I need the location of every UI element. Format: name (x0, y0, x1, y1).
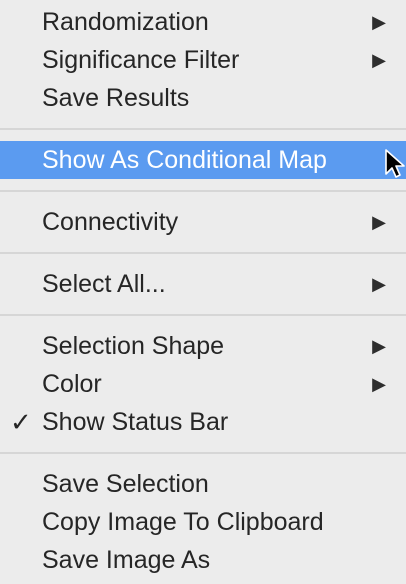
menu-item-color[interactable]: Color ▶ (0, 365, 406, 403)
menu-item-label: Selection Shape (42, 332, 225, 360)
menu-item-show-as-conditional-map[interactable]: Show As Conditional Map (0, 141, 406, 179)
menu-item-label: Save Selection (42, 470, 209, 498)
menu-item-selection-shape[interactable]: Selection Shape ▶ (0, 327, 406, 365)
submenu-arrow-icon: ▶ (372, 50, 386, 70)
menu-separator (0, 241, 406, 265)
menu-separator (0, 179, 406, 203)
mouse-pointer-icon (385, 149, 405, 178)
menu-item-label: Randomization (42, 8, 209, 36)
menu-item-label: Color (42, 370, 102, 398)
menu-item-show-status-bar[interactable]: ✓ Show Status Bar (0, 403, 406, 441)
menu-item-save-selection[interactable]: Save Selection (0, 465, 406, 503)
checkmark-icon: ✓ (10, 407, 32, 437)
menu-item-copy-image-to-clipboard[interactable]: Copy Image To Clipboard (0, 503, 406, 541)
menu-item-label: Save Image As (42, 546, 211, 574)
menu-separator (0, 303, 406, 327)
menu-item-randomization[interactable]: Randomization ▶ (0, 3, 406, 41)
menu-item-label: Save Results (42, 84, 190, 112)
menu-item-label: Significance Filter (42, 46, 240, 74)
menu-separator (0, 441, 406, 465)
menu-item-label: Copy Image To Clipboard (42, 508, 324, 536)
menu-item-connectivity[interactable]: Connectivity ▶ (0, 203, 406, 241)
submenu-arrow-icon: ▶ (372, 274, 386, 294)
menu-item-save-results[interactable]: Save Results (0, 79, 406, 117)
menu-separator (0, 117, 406, 141)
submenu-arrow-icon: ▶ (372, 336, 386, 356)
menu-item-label: Show Status Bar (42, 408, 229, 436)
submenu-arrow-icon: ▶ (372, 374, 386, 394)
menu-item-label: Show As Conditional Map (42, 146, 327, 174)
menu-item-label: Select All... (42, 270, 166, 298)
submenu-arrow-icon: ▶ (372, 212, 386, 232)
menu-item-label: Connectivity (42, 208, 179, 236)
context-menu: Randomization ▶ Significance Filter ▶ Sa… (0, 0, 406, 584)
menu-item-save-image-as[interactable]: Save Image As (0, 541, 406, 579)
menu-item-significance-filter[interactable]: Significance Filter ▶ (0, 41, 406, 79)
menu-item-select-all[interactable]: Select All... ▶ (0, 265, 406, 303)
submenu-arrow-icon: ▶ (372, 12, 386, 32)
